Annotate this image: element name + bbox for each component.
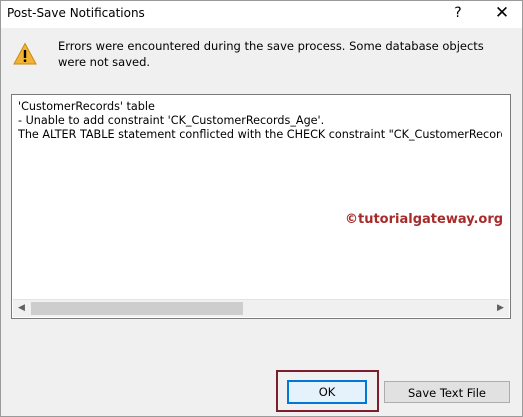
close-button[interactable]: ✕ xyxy=(483,1,521,28)
scroll-right-arrow-icon[interactable]: ▶ xyxy=(492,300,509,317)
warning-icon xyxy=(13,42,37,65)
ok-button[interactable]: OK xyxy=(287,380,367,404)
horizontal-scrollbar[interactable]: ◀ ▶ xyxy=(13,299,509,317)
save-text-file-button[interactable]: Save Text File xyxy=(384,381,510,403)
watermark: ©tutorialgateway.org xyxy=(345,212,504,227)
error-details-text: 'CustomerRecords' table - Unable to add … xyxy=(18,100,502,142)
title-bar[interactable]: Post-Save Notifications ? ✕ xyxy=(1,1,522,28)
details-line: The ALTER TABLE statement conflicted wit… xyxy=(18,128,502,141)
post-save-notifications-dialog: Post-Save Notifications ? ✕ Errors were … xyxy=(0,0,523,417)
details-line: 'CustomerRecords' table xyxy=(18,100,155,113)
details-line: - Unable to add constraint 'CK_CustomerR… xyxy=(18,114,325,127)
scroll-left-arrow-icon[interactable]: ◀ xyxy=(13,300,30,317)
scrollbar-thumb[interactable] xyxy=(31,302,243,315)
error-message: Errors were encountered during the save … xyxy=(58,39,484,69)
help-button[interactable]: ? xyxy=(441,1,475,28)
window-title: Post-Save Notifications xyxy=(7,6,145,20)
error-details-textbox[interactable]: 'CustomerRecords' table - Unable to add … xyxy=(11,94,511,319)
